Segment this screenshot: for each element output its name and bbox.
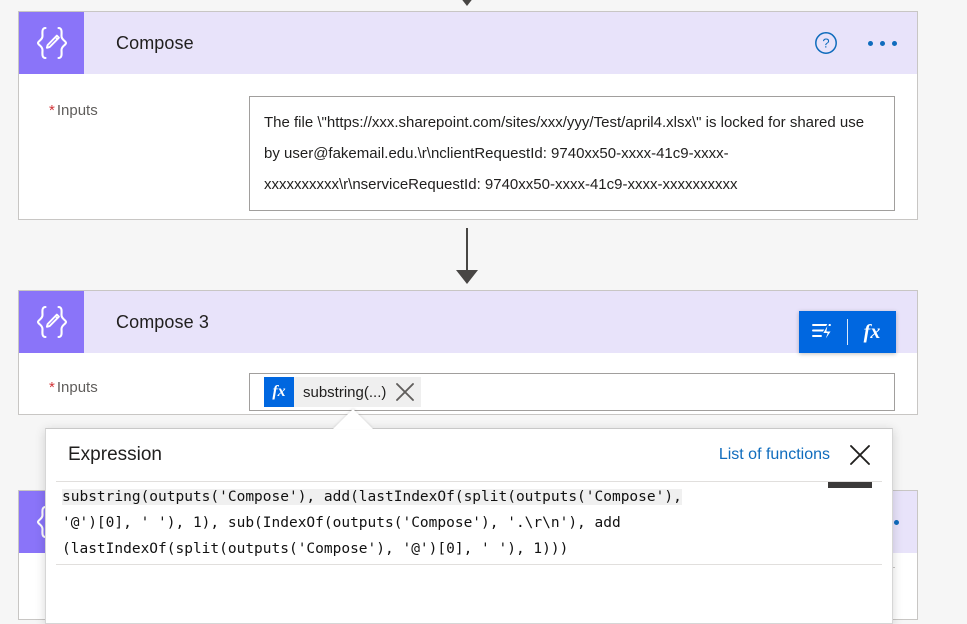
card-header-actions: ? (814, 12, 899, 74)
dynamic-content-expression-toolbar[interactable]: fx (799, 311, 896, 353)
expression-line-2: '@')[0], ' '), 1), sub(IndexOf(outputs('… (62, 515, 621, 531)
inputs-field-label: * Inputs (49, 96, 249, 119)
dot (892, 40, 897, 46)
flow-canvas: Compose ? * Inputs The file \"https://xxx… (0, 0, 967, 624)
expression-panel-pointer (333, 409, 373, 429)
connector-arrow-compose-to-compose3 (456, 228, 478, 284)
required-asterisk: * (49, 102, 55, 119)
close-x-icon[interactable] (846, 441, 874, 469)
inputs-token-box[interactable]: fx substring(...) (249, 373, 895, 411)
compose-braces-pencil-icon (19, 12, 84, 74)
toolbar-divider (847, 319, 848, 345)
expression-fx-icon: fx (264, 377, 294, 407)
card-header: Compose ? (19, 12, 917, 74)
action-card-compose[interactable]: Compose ? * Inputs The file \"https://xxx… (18, 11, 918, 220)
action-card-compose-3[interactable]: Compose 3 * Inputs fx substring(...) (18, 290, 918, 415)
dot (880, 40, 885, 46)
dot (894, 519, 899, 525)
inputs-field-label: * Inputs (49, 373, 249, 396)
svg-text:?: ? (822, 36, 829, 51)
horizontal-scrollbar-thumb[interactable] (828, 482, 872, 488)
expression-token-label: substring(...) (303, 383, 387, 401)
card-title: Compose 3 (116, 311, 209, 332)
card-title: Compose (116, 32, 194, 53)
field-label-text: Inputs (56, 379, 98, 396)
expression-button[interactable]: fx (848, 311, 896, 353)
list-of-functions-link[interactable]: List of functions (719, 446, 830, 464)
dynamic-content-button[interactable] (799, 311, 847, 353)
expression-panel-header-actions: List of functions (719, 441, 874, 469)
expression-line-1: substring(outputs('Compose'), add(lastIn… (62, 489, 682, 505)
expression-panel-title: Expression (68, 444, 162, 465)
expression-code-text: substring(outputs('Compose'), add(lastIn… (56, 482, 882, 562)
expression-panel: Expression List of functions substring(o… (45, 428, 893, 624)
inputs-value-box[interactable]: The file \"https://xxx.sharepoint.com/si… (249, 96, 895, 211)
close-x-icon[interactable] (392, 379, 418, 405)
expression-editor-input[interactable]: substring(outputs('Compose'), add(lastIn… (56, 481, 882, 565)
card-header: Compose 3 (19, 291, 917, 353)
ellipsis-horizontal-icon[interactable] (866, 35, 899, 52)
dot (868, 40, 873, 46)
expression-token[interactable]: fx substring(...) (264, 377, 422, 407)
expression-panel-header: Expression List of functions (46, 429, 892, 481)
compose-braces-pencil-icon (19, 291, 84, 353)
expression-fx-icon: fx (863, 320, 881, 343)
card-body: * Inputs fx substring(...) (19, 353, 917, 433)
card-body: * Inputs The file \"https://xxx.sharepoin… (19, 74, 917, 233)
expression-line-3: (lastIndexOf(split(outputs('Compose'), '… (62, 541, 569, 557)
required-asterisk: * (49, 379, 55, 396)
inputs-value-text: The file \"https://xxx.sharepoint.com/si… (264, 114, 869, 193)
help-question-circle-icon[interactable]: ? (814, 31, 838, 55)
field-label-text: Inputs (56, 102, 98, 119)
dynamic-content-lightning-icon (812, 322, 833, 343)
